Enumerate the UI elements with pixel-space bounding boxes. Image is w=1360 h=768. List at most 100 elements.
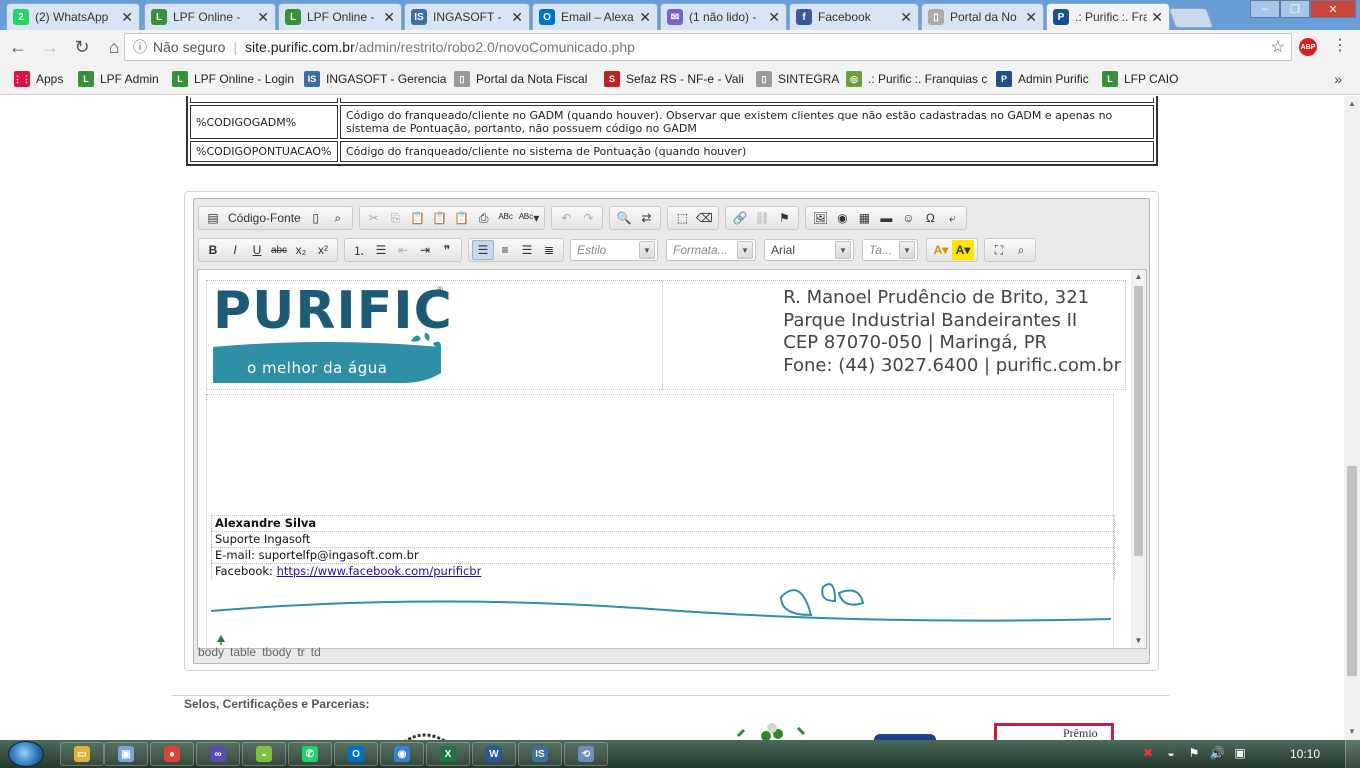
- subscript-icon[interactable]: x₂: [290, 240, 312, 260]
- back-arrow-icon[interactable]: ←: [4, 33, 32, 61]
- bookmark-item[interactable]: ◎ .: Purific :. Franquias c: [846, 71, 987, 87]
- scroll-up-icon[interactable]: ▲: [1131, 270, 1146, 284]
- start-button[interactable]: [8, 741, 44, 767]
- facebook-link[interactable]: https://www.facebook.com/purificbr: [277, 564, 482, 578]
- cut-icon[interactable]: ✂: [363, 208, 385, 228]
- close-icon[interactable]: ✕: [1151, 9, 1163, 26]
- adblock-plus-icon[interactable]: ABP: [1299, 38, 1317, 56]
- path-element[interactable]: tr: [297, 645, 304, 659]
- replace-icon[interactable]: ⇄: [635, 208, 657, 228]
- scroll-down-icon[interactable]: ▼: [1344, 724, 1360, 740]
- taskbar-app[interactable]: ✆: [288, 742, 332, 766]
- flash-icon[interactable]: ◉: [831, 208, 853, 228]
- new-tab-button[interactable]: [1168, 8, 1214, 28]
- path-element[interactable]: td: [311, 645, 321, 659]
- browser-tab[interactable]: L LPF Online - ✕: [278, 3, 402, 30]
- redo-icon[interactable]: ↷: [577, 208, 599, 228]
- bold-icon[interactable]: B: [202, 240, 224, 260]
- network-warning-icon[interactable]: ✖: [1140, 745, 1156, 761]
- path-element[interactable]: table: [230, 645, 256, 659]
- action-center-flag-icon[interactable]: ⚑: [1186, 745, 1202, 761]
- path-element[interactable]: tbody: [262, 645, 291, 659]
- blockquote-icon[interactable]: ❞: [436, 240, 458, 260]
- taskbar-app[interactable]: ⟲: [564, 742, 608, 766]
- browser-tab[interactable]: ▯ Portal da No ✕: [921, 3, 1044, 30]
- taskbar-app[interactable]: O: [334, 742, 378, 766]
- select-all-icon[interactable]: ⬚: [671, 208, 693, 228]
- paste-text-icon[interactable]: 📋: [429, 208, 451, 228]
- close-icon[interactable]: ✕: [121, 9, 133, 26]
- table-icon[interactable]: ▦: [853, 208, 875, 228]
- bookmark-item[interactable]: L LPF Online - Login: [172, 71, 294, 87]
- italic-icon[interactable]: I: [224, 240, 246, 260]
- taskbar-app[interactable]: ●: [150, 742, 194, 766]
- font-select[interactable]: Arial ▼: [764, 239, 854, 261]
- print-icon[interactable]: ⎙: [473, 208, 495, 228]
- close-icon[interactable]: ✕: [257, 9, 269, 26]
- browser-tab[interactable]: IS INGASOFT - ✕: [404, 3, 530, 30]
- taskbar-app[interactable]: ∞: [196, 742, 240, 766]
- scroll-up-icon[interactable]: ▲: [1344, 96, 1360, 112]
- bookmark-item[interactable]: P Admin Purific: [996, 71, 1089, 87]
- copy-icon[interactable]: ⎘: [385, 208, 407, 228]
- bookmark-item[interactable]: L LFP CAIO: [1102, 71, 1178, 87]
- unlink-icon[interactable]: ⛓: [751, 208, 773, 228]
- align-left-icon[interactable]: ☰: [472, 240, 494, 260]
- show-blocks-icon[interactable]: ⌕: [1010, 240, 1032, 260]
- close-icon[interactable]: ✕: [383, 9, 395, 26]
- remove-format-icon[interactable]: ⌫: [693, 208, 715, 228]
- browser-tab[interactable]: 2 (2) WhatsApp ✕: [6, 3, 140, 30]
- superscript-icon[interactable]: x²: [312, 240, 334, 260]
- source-code-button[interactable]: Código-Fonte: [224, 208, 305, 228]
- show-desktop-button[interactable]: [1345, 740, 1360, 768]
- format-select[interactable]: Formata... ▼: [666, 239, 756, 261]
- browser-tab[interactable]: ✉ (1 não lido) - ✕: [660, 3, 787, 30]
- forward-arrow-icon[interactable]: →: [36, 33, 64, 61]
- spellcheck-dropdown-icon[interactable]: ᴬᴮᶜ▾: [517, 208, 542, 228]
- browser-tab[interactable]: f Facebook ✕: [789, 3, 919, 30]
- address-bar[interactable]: ⓘ Não seguro | site.purific.com.br/admin…: [124, 33, 1292, 61]
- underline-icon[interactable]: U: [246, 240, 268, 260]
- horizontal-line-icon[interactable]: ▬: [875, 208, 897, 228]
- browser-tab[interactable]: L LPF Online - ✕: [144, 3, 276, 30]
- close-icon[interactable]: ✕: [768, 9, 780, 26]
- clock[interactable]: 10:10: [1290, 747, 1320, 761]
- image-icon[interactable]: 🖼: [809, 208, 831, 228]
- editor-content[interactable]: PURIFIC ® o melhor da água R. Manoel Pru…: [197, 269, 1147, 649]
- close-icon[interactable]: ✕: [639, 9, 651, 26]
- numbered-list-icon[interactable]: ⒈: [348, 240, 370, 260]
- bookmark-item[interactable]: L LPF Admin: [78, 71, 159, 87]
- align-right-icon[interactable]: ☰: [516, 240, 538, 260]
- size-select[interactable]: Ta... ▼: [862, 239, 918, 261]
- paste-word-icon[interactable]: 📋: [451, 208, 473, 228]
- new-page-icon[interactable]: ▯: [305, 208, 327, 228]
- anchor-flag-icon[interactable]: ⚑: [773, 208, 795, 228]
- taskbar-app[interactable]: ◉: [380, 742, 424, 766]
- taskbar-app[interactable]: X: [426, 742, 470, 766]
- page-scroll-thumb[interactable]: [1347, 466, 1357, 676]
- align-center-icon[interactable]: ≡: [494, 240, 516, 260]
- outdent-icon[interactable]: ⇤: [392, 240, 414, 260]
- bookmark-item[interactable]: ▯ Portal da Nota Fiscal: [454, 71, 587, 87]
- scroll-down-icon[interactable]: ▼: [1131, 634, 1146, 648]
- maximize-button[interactable]: ❐: [1280, 0, 1310, 18]
- close-window-button[interactable]: ✕: [1310, 0, 1356, 18]
- volume-icon[interactable]: 🔊: [1209, 745, 1225, 761]
- more-bookmarks-icon[interactable]: »: [1334, 71, 1342, 87]
- link-icon[interactable]: 🔗: [729, 208, 751, 228]
- display-icon[interactable]: ▣: [1232, 745, 1248, 761]
- smiley-icon[interactable]: ☺: [897, 208, 919, 228]
- align-justify-icon[interactable]: ≣: [538, 240, 560, 260]
- reload-icon[interactable]: ↻: [68, 33, 96, 61]
- taskbar-app[interactable]: W: [472, 742, 516, 766]
- bookmark-item[interactable]: ⋮⋮ Apps: [13, 71, 63, 87]
- maximize-icon[interactable]: ⛶: [988, 240, 1010, 260]
- style-select[interactable]: Estilo ▼: [570, 239, 658, 261]
- page-break-icon[interactable]: ⤶: [941, 208, 963, 228]
- close-icon[interactable]: ✕: [900, 9, 912, 26]
- preview-icon[interactable]: ⌕: [327, 208, 349, 228]
- special-char-icon[interactable]: Ω: [919, 208, 941, 228]
- browser-tab[interactable]: P .: Purific :. Fra ✕: [1046, 3, 1170, 30]
- background-color-icon[interactable]: A▾: [952, 240, 974, 260]
- bookmark-item[interactable]: ▯ SINTEGRA: [756, 71, 839, 87]
